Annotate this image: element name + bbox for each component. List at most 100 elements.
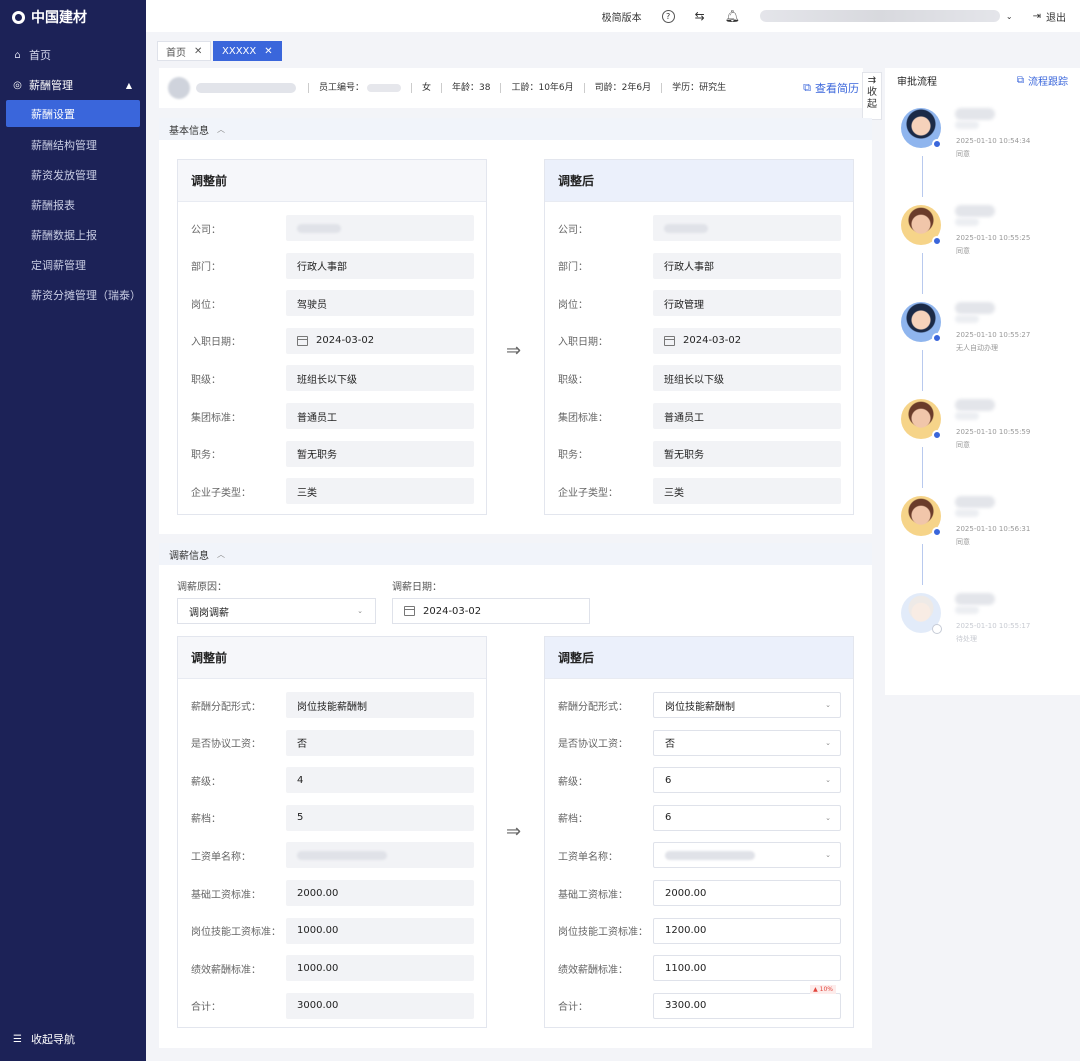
field-label: 公司： <box>191 224 221 236</box>
reason-select[interactable]: 调岗调薪 ⌄ <box>177 598 376 624</box>
basic-before-card: 调整前 公司： 部门： 行政人事部 岗位： 驾驶员 入职日期： 2024-03-02 职级： 班… <box>177 159 487 515</box>
field-text: 行政管理 <box>664 299 704 311</box>
salary-info-header[interactable]: 调薪信息 ︿ <box>159 543 872 565</box>
chevron-up-icon[interactable]: ︿ <box>217 549 225 560</box>
approver-role <box>955 509 979 517</box>
sidebar-item-payroll[interactable]: 薪资发放管理 <box>0 160 146 190</box>
app-logo[interactable]: 中国建材 <box>0 0 146 34</box>
sidebar-item-home[interactable]: ⌂ 首页 <box>0 40 146 70</box>
collapse-label-2: 起 <box>867 99 877 110</box>
close-icon[interactable]: ✕ <box>194 46 202 57</box>
employee-company-years: 司龄：2年6月 <box>583 83 661 93</box>
sidebar-item-label: 薪酬报表 <box>31 199 75 212</box>
status-dot <box>932 139 942 149</box>
sidebar-item-structure[interactable]: 薪酬结构管理 <box>0 130 146 160</box>
field-value[interactable]: 1200.00 <box>653 917 841 944</box>
sidebar-item-data-report[interactable]: 薪酬数据上报 <box>0 220 146 250</box>
field-value[interactable]: 6 ⌄ <box>653 804 841 831</box>
field-value[interactable]: 3300.00 ▲ 10% <box>653 984 841 1019</box>
field-label: 工资单名称： <box>558 851 618 863</box>
field-text: 1200.00 <box>665 925 707 937</box>
field-label: 岗位： <box>191 299 221 311</box>
sidebar-group-label: 薪酬管理 <box>29 79 73 92</box>
field-value[interactable]: 2000.00 <box>653 880 841 906</box>
collapse-icon: ⇉ <box>867 75 877 86</box>
date-label: 调薪日期： <box>392 582 442 593</box>
field-value: 否 <box>286 729 474 756</box>
user-info[interactable] <box>759 10 1000 22</box>
chevron-up-icon[interactable]: ︿ <box>217 124 225 135</box>
approval-step[interactable]: 2025-01-10 10:55:25 同意 <box>901 205 1076 265</box>
field-value: 暂无职务 <box>653 440 841 467</box>
bell-icon[interactable]: 🔔︎ <box>725 9 740 23</box>
field-value[interactable]: 否 ⌄ <box>653 729 841 756</box>
sidebar-item-reports[interactable]: 薪酬报表 <box>0 190 146 220</box>
field-label: 基础工资标准： <box>558 889 628 901</box>
form-row: 职级： 班组长以下级 <box>178 365 486 392</box>
collapse-nav-button[interactable]: ☰ 收起导航 <box>12 1031 75 1047</box>
field-value[interactable]: 1100.00 <box>653 955 841 982</box>
swap-icon[interactable]: ⇆ <box>695 9 705 23</box>
approval-status: 待处理 <box>956 635 977 643</box>
field-text: 5 <box>297 812 304 824</box>
approval-step[interactable]: 2025-01-10 10:55:59 同意 <box>901 399 1076 459</box>
simple-version-link[interactable]: 极简版本 <box>602 9 642 24</box>
employee-id: 员工编号： <box>308 83 411 93</box>
field-text: 4 <box>297 774 304 786</box>
status-dot <box>932 527 942 537</box>
sidebar-item-allocation[interactable]: 薪资分摊管理（瑞泰） <box>0 280 146 310</box>
form-row: 职务： 暂无职务 <box>178 440 486 467</box>
field-label: 薪档： <box>191 814 221 826</box>
employee-name <box>196 83 296 93</box>
field-label: 合计： <box>191 1002 221 1014</box>
sidebar-item-label: 首页 <box>29 49 51 62</box>
field-value: 行政人事部 <box>653 252 841 279</box>
employee-info-bar: 员工编号： 女 年龄：38 工龄：10年6月 司龄：2年6月 学历：研究生 ⧉ … <box>159 68 863 108</box>
basic-info-header[interactable]: 基本信息 ︿ <box>159 118 872 140</box>
form-row: 集团标准： 普通员工 <box>178 403 486 429</box>
home-icon: ⌂ <box>14 49 21 61</box>
sidebar-item-salary-settings[interactable]: 薪酬设置 <box>6 100 140 127</box>
date-picker[interactable]: 2024-03-02 <box>392 598 590 624</box>
approver-name <box>955 496 995 508</box>
field-value[interactable]: ⌄ <box>653 842 841 869</box>
field-value[interactable]: 岗位技能薪酬制 ⌄ <box>653 692 841 718</box>
field-text: 三类 <box>664 487 684 499</box>
field-value[interactable]: 6 ⌄ <box>653 767 841 794</box>
question-circle-icon[interactable]: ? <box>661 9 675 23</box>
sidebar-item-adjustment[interactable]: 定调薪管理 <box>0 250 146 280</box>
employee-education: 学历：研究生 <box>661 83 736 93</box>
employee-gender: 女 <box>411 83 441 93</box>
sidebar-group-salary[interactable]: ◎ 薪酬管理 ▲ <box>0 70 146 100</box>
close-icon[interactable]: ✕ <box>264 46 272 57</box>
approval-step[interactable]: 2025-01-10 10:54:34 同意 <box>901 108 1076 168</box>
section-title: 基本信息 <box>169 125 209 137</box>
field-label: 企业子类型： <box>558 487 618 499</box>
chevron-down-icon[interactable]: ⌄ <box>1006 12 1013 21</box>
flow-track-link[interactable]: ⧉ 流程跟踪 <box>1017 73 1068 88</box>
field-label: 是否协议工资： <box>191 739 261 751</box>
form-row: 企业子类型： 三类 <box>178 478 486 505</box>
field-label: 绩效薪酬标准： <box>191 964 261 976</box>
field-text: 2000.00 <box>297 887 339 899</box>
approval-step[interactable]: 2025-01-10 10:56:31 同意 <box>901 496 1076 556</box>
approval-step[interactable]: 2025-01-10 10:55:17 待处理 <box>901 593 1076 653</box>
approver-role <box>955 606 979 614</box>
form-row: 企业子类型： 三类 <box>545 478 853 505</box>
approver-name <box>955 399 995 411</box>
approval-step[interactable]: 2025-01-10 10:55:27 无人自动办理 <box>901 302 1076 362</box>
card-title: 调整前 <box>178 637 486 679</box>
form-row: 合计： 3300.00 ▲ 10% <box>545 984 853 1019</box>
tab-home[interactable]: 首页 ✕ <box>157 41 212 61</box>
status-dot <box>932 430 942 440</box>
tab-current[interactable]: XXXXX ✕ <box>213 41 282 61</box>
field-text: 6 <box>665 774 672 786</box>
field-text: 2024-03-02 <box>683 335 742 347</box>
field-text: 6 <box>665 812 672 824</box>
approval-time: 2025-01-10 10:55:59 <box>956 428 1031 436</box>
view-resume-link[interactable]: ⧉ 查看简历 <box>803 80 859 96</box>
logout-button[interactable]: ⇥ 退出 <box>1033 9 1066 24</box>
section-title: 调薪信息 <box>169 550 209 562</box>
field-label: 岗位技能工资标准： <box>191 927 281 939</box>
collapse-panel-button[interactable]: ⇉ 收 起 <box>862 72 882 120</box>
